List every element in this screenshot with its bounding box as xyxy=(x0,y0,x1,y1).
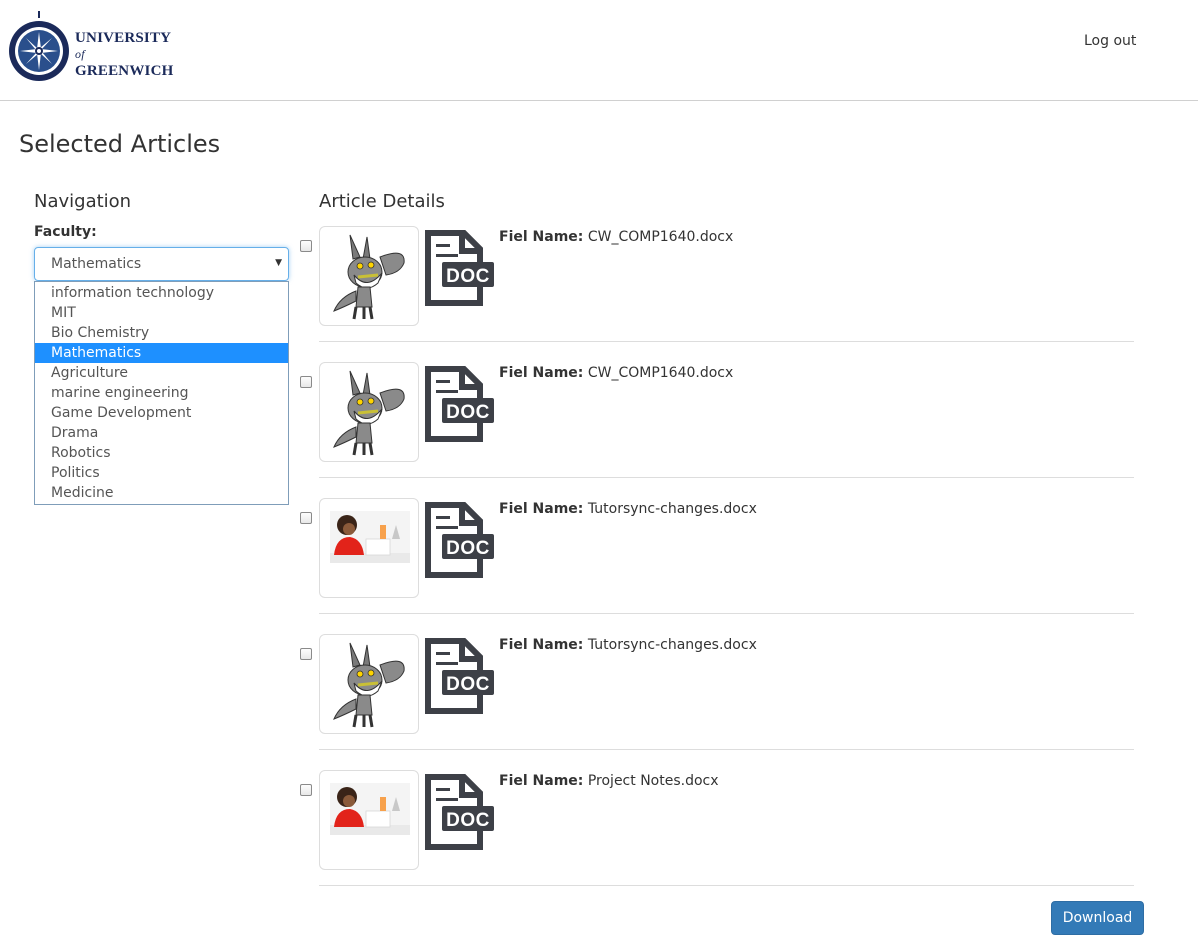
article-file-icon: DOC xyxy=(424,638,496,718)
article-checkbox[interactable] xyxy=(300,376,312,388)
svg-text:DOC: DOC xyxy=(446,266,490,287)
file-name-label: Fiel Name: xyxy=(499,501,584,517)
doc-file-icon: DOC xyxy=(425,638,494,714)
article-thumbnail xyxy=(319,226,419,326)
student-photo-icon xyxy=(330,783,410,835)
faculty-option[interactable]: Agriculture xyxy=(35,363,288,383)
file-name-value: CW_COMP1640.docx xyxy=(587,365,734,381)
file-name-label: Fiel Name: xyxy=(499,229,584,245)
article-row: DOC Fiel Name: Tutorsync-changes.docx xyxy=(300,634,1134,770)
article-file-icon: DOC xyxy=(424,230,496,310)
article-details-heading: Article Details xyxy=(319,191,445,212)
university-seal-icon xyxy=(9,11,69,81)
faculty-option[interactable]: Politics xyxy=(35,463,288,483)
faculty-dropdown-list: information technology MIT Bio Chemistry Ma… xyxy=(34,281,289,505)
navigation-heading: Navigation xyxy=(34,191,132,212)
article-checkbox[interactable] xyxy=(300,512,312,524)
wolf-cartoon-icon xyxy=(333,370,405,456)
faculty-label: Faculty: xyxy=(34,224,97,240)
article-checkbox[interactable] xyxy=(300,648,312,660)
article-row: DOC Fiel Name: Tutorsync-changes.docx xyxy=(300,498,1134,634)
wolf-cartoon-icon xyxy=(333,234,405,320)
article-thumbnail xyxy=(319,634,419,734)
svg-text:DOC: DOC xyxy=(446,402,490,423)
logo-line-university: UNIVERSITY xyxy=(75,30,172,46)
article-file-name: Fiel Name: Project Notes.docx xyxy=(499,773,719,789)
article-divider xyxy=(319,341,1134,342)
doc-file-icon: DOC xyxy=(425,774,494,850)
article-file-icon: DOC xyxy=(424,774,496,854)
svg-text:DOC: DOC xyxy=(446,538,490,559)
faculty-select[interactable]: Mathematics ▼ xyxy=(34,247,289,281)
faculty-option[interactable]: information technology xyxy=(35,283,288,303)
header: UNIVERSITY of GREENWICH Log out xyxy=(0,0,1198,101)
logo-line-of: of xyxy=(75,47,85,61)
file-name-label: Fiel Name: xyxy=(499,773,584,789)
article-file-name: Fiel Name: CW_COMP1640.docx xyxy=(499,365,733,381)
faculty-option[interactable]: Game Development xyxy=(35,403,288,423)
article-divider xyxy=(319,613,1134,614)
article-row: DOC Fiel Name: CW_COMP1640.docx xyxy=(300,362,1134,498)
faculty-select-value: Mathematics xyxy=(51,256,142,272)
svg-text:DOC: DOC xyxy=(446,674,490,695)
file-name-value: Tutorsync-changes.docx xyxy=(587,637,757,653)
article-file-icon: DOC xyxy=(424,366,496,446)
student-photo-icon xyxy=(330,511,410,563)
svg-text:DOC: DOC xyxy=(446,810,490,831)
file-name-label: Fiel Name: xyxy=(499,637,584,653)
doc-file-icon: DOC xyxy=(425,366,494,442)
file-name-value: Project Notes.docx xyxy=(587,773,719,789)
logout-link[interactable]: Log out xyxy=(1084,33,1136,49)
page-title: Selected Articles xyxy=(19,130,221,158)
doc-file-icon: DOC xyxy=(425,502,494,578)
article-divider xyxy=(319,749,1134,750)
article-file-name: Fiel Name: Tutorsync-changes.docx xyxy=(499,637,757,653)
article-thumbnail xyxy=(319,498,419,598)
faculty-option[interactable]: Bio Chemistry xyxy=(35,323,288,343)
dropdown-arrow-icon: ▼ xyxy=(275,258,282,268)
download-button[interactable]: Download xyxy=(1051,901,1144,935)
article-thumbnail xyxy=(319,770,419,870)
article-checkbox[interactable] xyxy=(300,784,312,796)
article-thumbnail xyxy=(319,362,419,462)
article-file-name: Fiel Name: Tutorsync-changes.docx xyxy=(499,501,757,517)
article-file-name: Fiel Name: CW_COMP1640.docx xyxy=(499,229,733,245)
wolf-cartoon-icon xyxy=(333,642,405,728)
article-divider xyxy=(319,885,1134,886)
logo-wordmark: UNIVERSITY of GREENWICH xyxy=(75,30,173,79)
university-logo[interactable]: UNIVERSITY of GREENWICH xyxy=(7,9,177,89)
faculty-option[interactable]: Drama xyxy=(35,423,288,443)
article-checkbox[interactable] xyxy=(300,240,312,252)
file-name-value: CW_COMP1640.docx xyxy=(587,229,734,245)
faculty-option[interactable]: MIT xyxy=(35,303,288,323)
faculty-option[interactable]: Robotics xyxy=(35,443,288,463)
article-divider xyxy=(319,477,1134,478)
file-name-value: Tutorsync-changes.docx xyxy=(587,501,757,517)
article-row: DOC Fiel Name: CW_COMP1640.docx xyxy=(300,226,1134,362)
logo-line-greenwich: GREENWICH xyxy=(75,63,174,79)
article-row: DOC Fiel Name: Project Notes.docx xyxy=(300,770,1134,906)
faculty-option[interactable]: marine engineering xyxy=(35,383,288,403)
doc-file-icon: DOC xyxy=(425,230,494,306)
faculty-option[interactable]: Mathematics xyxy=(35,343,288,363)
faculty-option[interactable]: Medicine xyxy=(35,483,288,503)
article-file-icon: DOC xyxy=(424,502,496,582)
file-name-label: Fiel Name: xyxy=(499,365,584,381)
